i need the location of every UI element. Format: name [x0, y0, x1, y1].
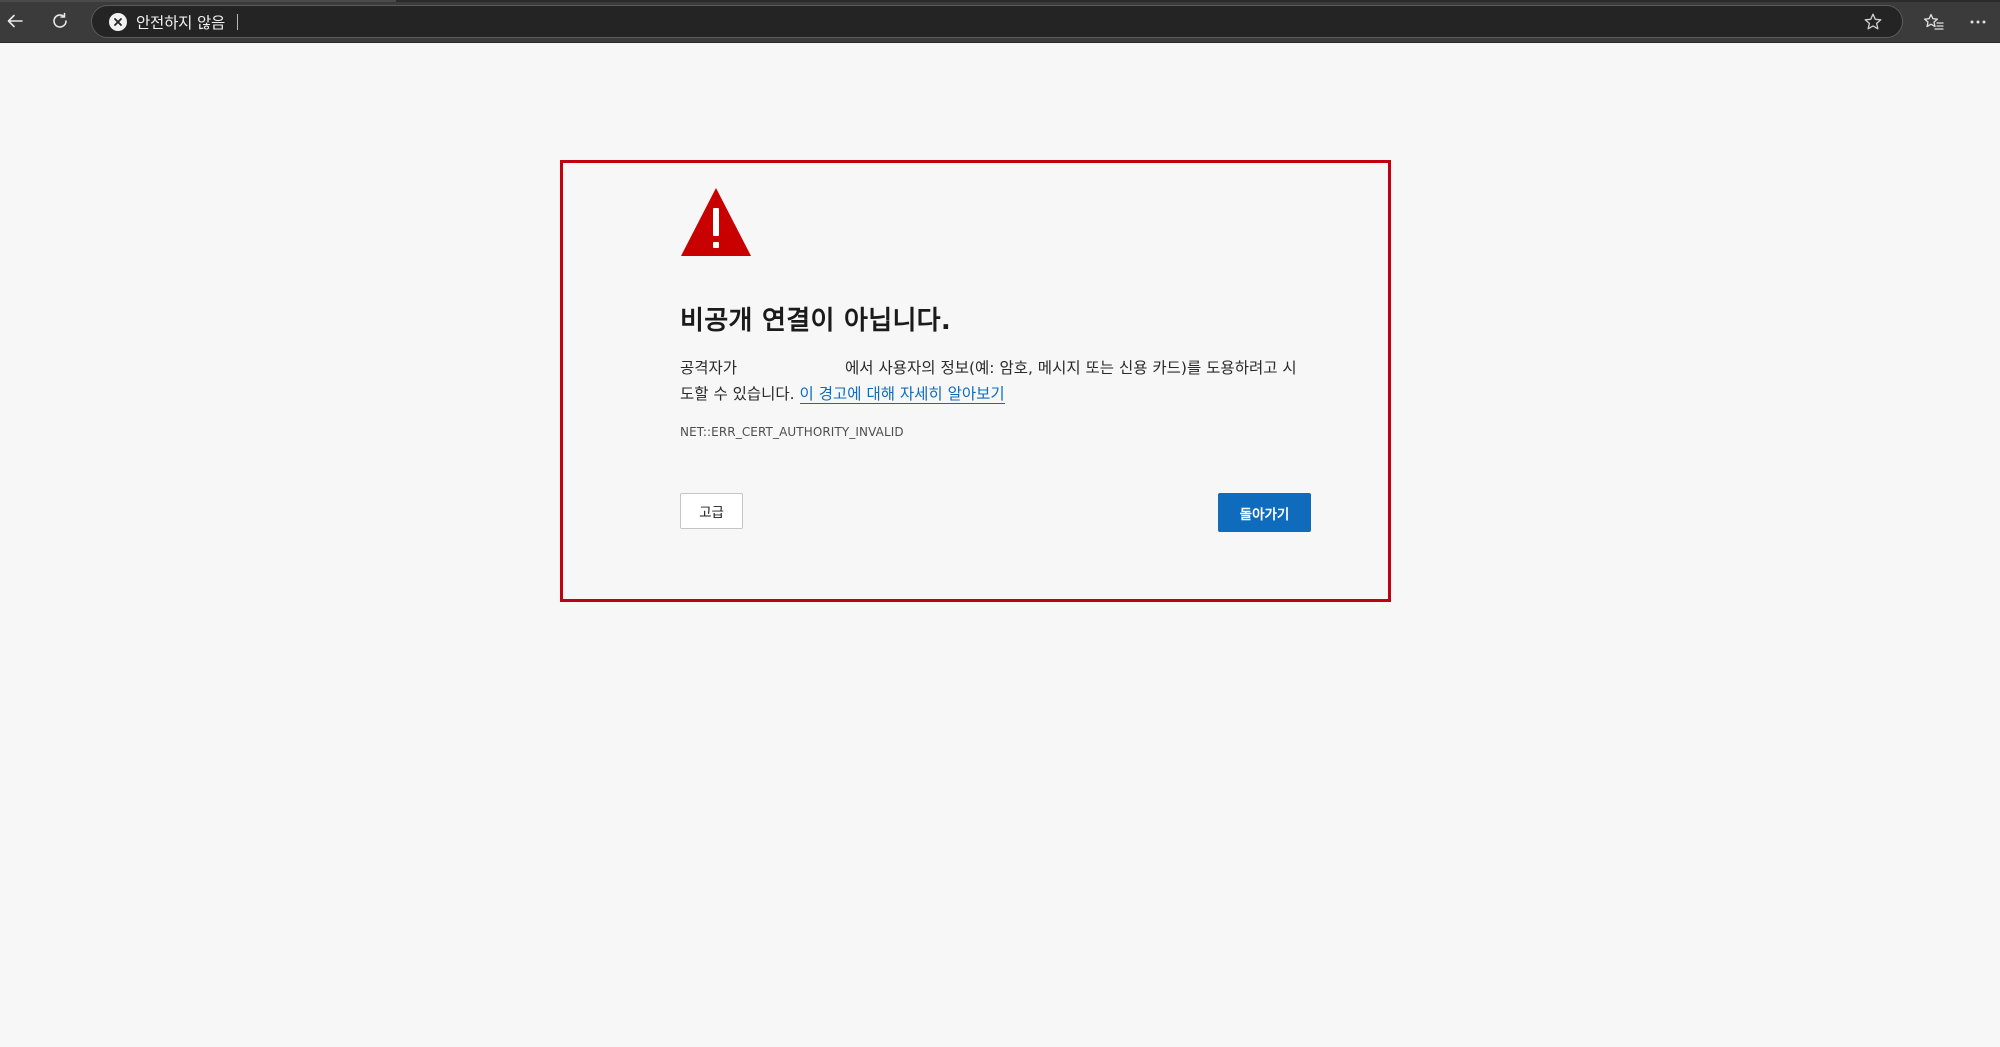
advanced-button[interactable]: 고급 — [680, 493, 743, 529]
redacted-hostname — [737, 360, 845, 374]
go-back-button[interactable]: 돌아가기 — [1218, 493, 1311, 532]
address-bar[interactable]: 안전하지 않음 — [91, 5, 1903, 38]
add-favorite-button[interactable] — [1858, 7, 1888, 37]
star-icon — [1864, 13, 1882, 29]
action-buttons: 고급 돌아가기 — [680, 493, 1320, 533]
error-code: NET::ERR_CERT_AUTHORITY_INVALID — [680, 425, 904, 439]
more-horizontal-icon — [1970, 20, 1986, 24]
security-label: 안전하지 않음 — [136, 13, 226, 32]
refresh-icon — [53, 12, 67, 28]
back-button[interactable] — [0, 4, 32, 38]
close-circle-icon — [109, 12, 127, 31]
page-title: 비공개 연결이 아닙니다. — [680, 306, 952, 336]
page-content: 비공개 연결이 아닙니다. 공격자가 에서 사용자의 정보(예: 암호, 메시지 … — [0, 43, 2000, 1047]
warning-triangle-icon — [681, 188, 751, 256]
settings-menu-button[interactable] — [1961, 5, 1995, 39]
learn-more-link[interactable]: 이 경고에 대해 자세히 알아보기 — [799, 385, 1005, 404]
browser-toolbar: 안전하지 않음 — [0, 0, 2000, 43]
url-separator — [237, 13, 239, 30]
active-tab-indicator — [0, 0, 396, 2]
message-prefix: 공격자가 — [680, 359, 738, 377]
refresh-button[interactable] — [43, 4, 77, 38]
security-indicator[interactable]: 안전하지 않음 — [109, 10, 225, 34]
warning-message: 공격자가 에서 사용자의 정보(예: 암호, 메시지 또는 신용 카드)를 도용하… — [680, 355, 1305, 407]
security-warning-panel: 비공개 연결이 아닙니다. 공격자가 에서 사용자의 정보(예: 암호, 메시지 … — [680, 186, 1320, 533]
favorites-list-icon — [1923, 13, 1944, 30]
back-arrow-icon — [7, 14, 23, 28]
tab-strip — [0, 0, 2000, 2]
favorites-button[interactable] — [1917, 5, 1951, 39]
